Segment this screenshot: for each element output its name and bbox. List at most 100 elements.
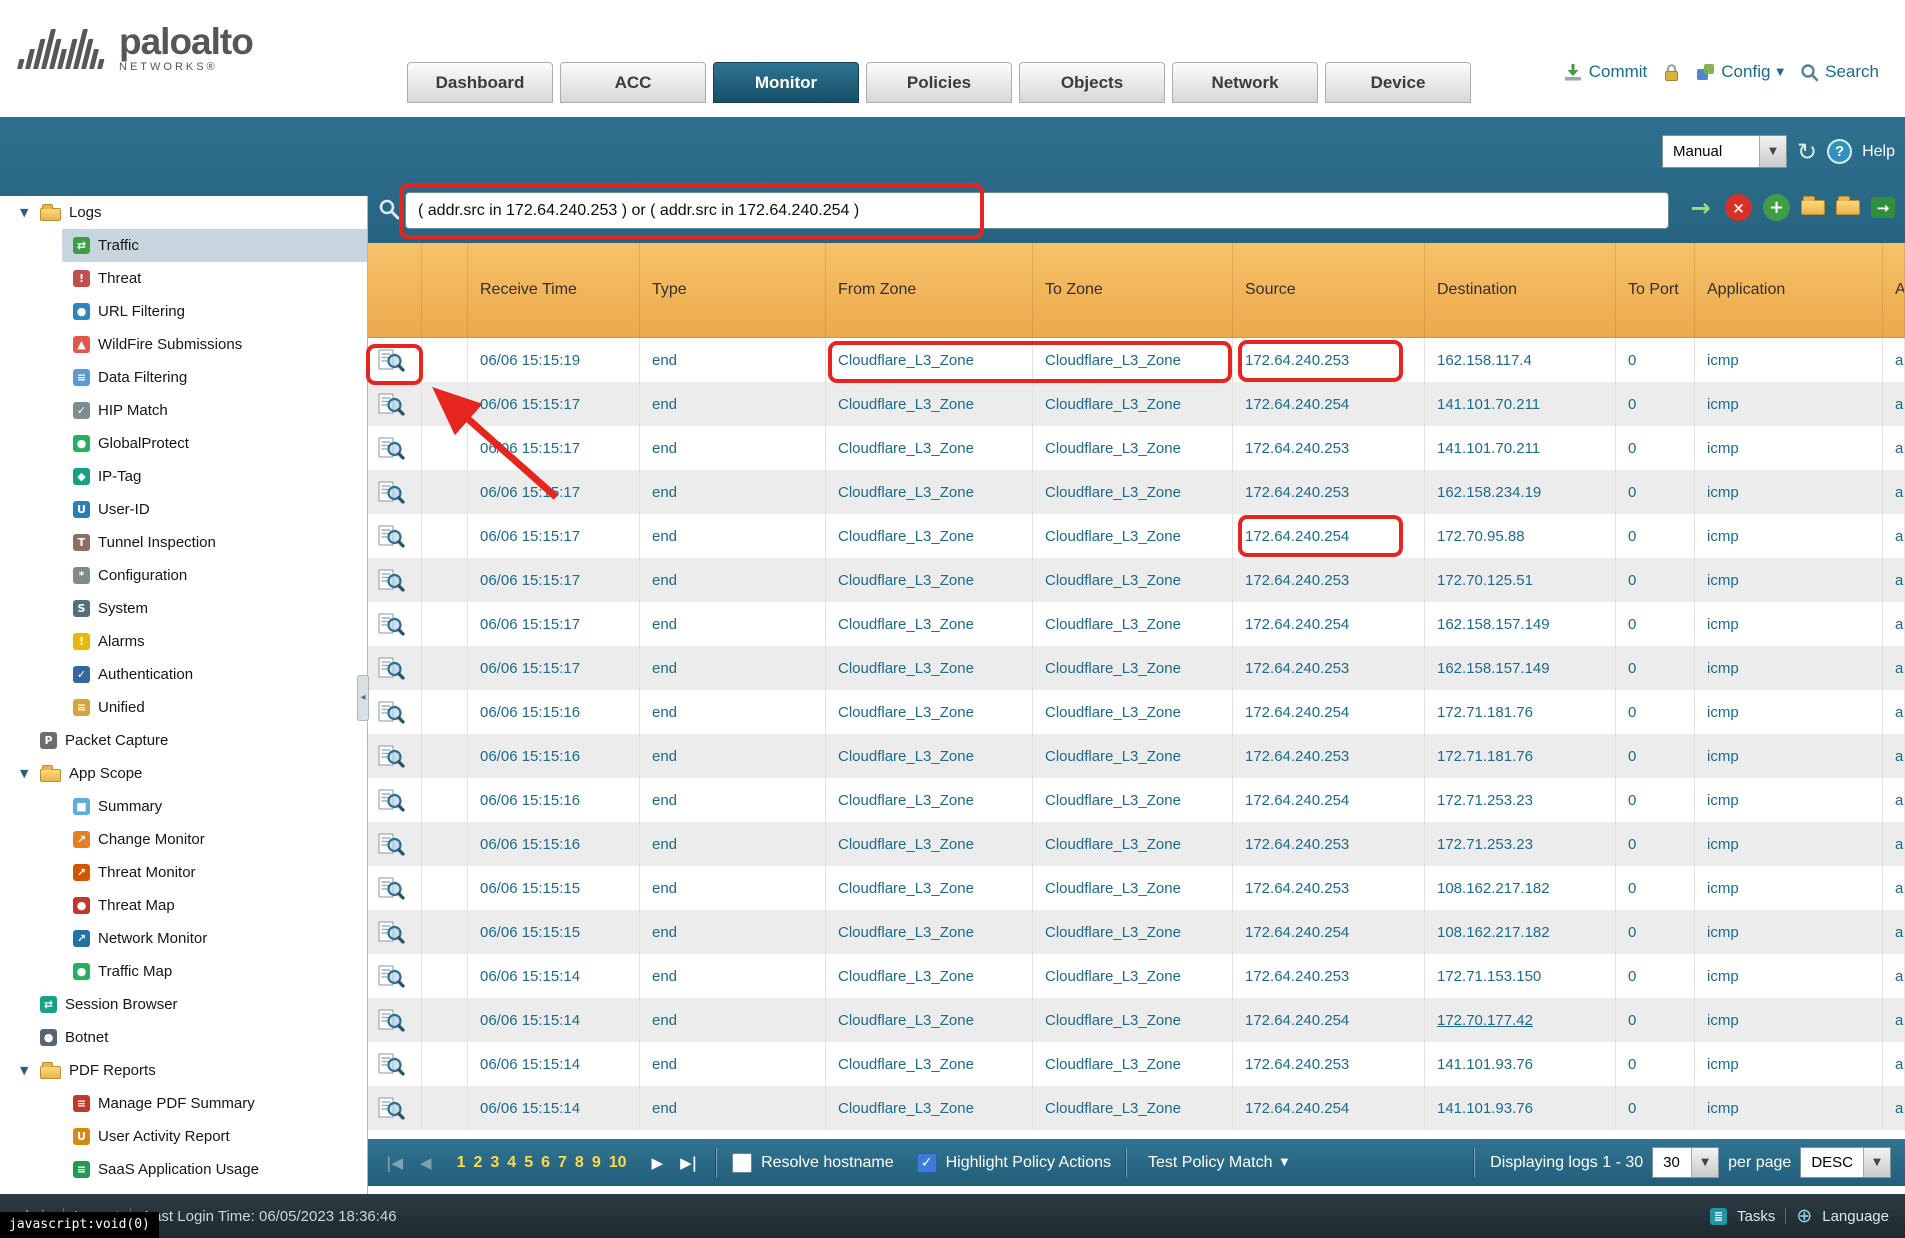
sidebar-item-wildfire-submissions[interactable]: ▲WildFire Submissions bbox=[0, 328, 367, 361]
config-menu[interactable]: Config ▼ bbox=[1696, 62, 1784, 82]
log-row[interactable]: 06/06 15:15:17endCloudflare_L3_ZoneCloud… bbox=[368, 646, 1905, 690]
log-row[interactable]: 06/06 15:15:15endCloudflare_L3_ZoneCloud… bbox=[368, 910, 1905, 954]
sidebar-item-authentication[interactable]: ✓Authentication bbox=[0, 658, 367, 691]
help-label[interactable]: Help bbox=[1862, 143, 1895, 161]
log-row[interactable]: 06/06 15:15:16endCloudflare_L3_ZoneCloud… bbox=[368, 822, 1905, 866]
dropdown-arrow-icon[interactable]: ▼ bbox=[1863, 1148, 1890, 1177]
sidebar-item-traffic[interactable]: ⇄Traffic bbox=[0, 229, 367, 262]
log-row[interactable]: 06/06 15:15:17endCloudflare_L3_ZoneCloud… bbox=[368, 470, 1905, 514]
tree-expander-icon[interactable]: ▼ bbox=[20, 767, 40, 780]
tab-device[interactable]: Device bbox=[1325, 62, 1471, 103]
sidebar-item-unified[interactable]: ≡Unified bbox=[0, 691, 367, 724]
log-row[interactable]: 06/06 15:15:19endCloudflare_L3_ZoneCloud… bbox=[368, 338, 1905, 382]
export-logs-icon[interactable]: → bbox=[1871, 197, 1895, 218]
page-number-5[interactable]: 5 bbox=[524, 1154, 533, 1172]
log-detail-magnifier-icon[interactable] bbox=[378, 744, 405, 769]
log-row[interactable]: 06/06 15:15:16endCloudflare_L3_ZoneCloud… bbox=[368, 778, 1905, 822]
sidebar-item-summary[interactable]: ■Summary bbox=[0, 790, 367, 823]
sidebar-item-change-monitor[interactable]: ↗Change Monitor bbox=[0, 823, 367, 856]
resolve-hostname-checkbox[interactable] bbox=[732, 1153, 752, 1173]
log-row[interactable]: 06/06 15:15:16endCloudflare_L3_ZoneCloud… bbox=[368, 734, 1905, 778]
dropdown-arrow-icon[interactable]: ▼ bbox=[1759, 136, 1786, 167]
page-number-1[interactable]: 1 bbox=[457, 1154, 466, 1172]
log-detail-magnifier-icon[interactable] bbox=[378, 568, 405, 593]
sidebar-item-threat-map[interactable]: ●Threat Map bbox=[0, 889, 367, 922]
log-row[interactable]: 06/06 15:15:15endCloudflare_L3_ZoneCloud… bbox=[368, 866, 1905, 910]
log-row[interactable]: 06/06 15:15:17endCloudflare_L3_ZoneCloud… bbox=[368, 514, 1905, 558]
clear-filter-icon[interactable]: × bbox=[1725, 194, 1752, 221]
log-detail-magnifier-icon[interactable] bbox=[378, 964, 405, 989]
tab-objects[interactable]: Objects bbox=[1019, 62, 1165, 103]
language-button[interactable]: Language bbox=[1822, 1208, 1889, 1225]
tree-expander-icon[interactable]: ▼ bbox=[20, 206, 40, 219]
log-detail-magnifier-icon[interactable] bbox=[378, 1052, 405, 1077]
log-detail-magnifier-icon[interactable] bbox=[378, 436, 405, 461]
prev-page-button[interactable]: ◀ bbox=[416, 1154, 436, 1172]
sidebar-item-user-activity-report[interactable]: UUser Activity Report bbox=[0, 1120, 367, 1153]
page-number-9[interactable]: 9 bbox=[592, 1154, 601, 1172]
log-detail-magnifier-icon[interactable] bbox=[378, 700, 405, 725]
next-page-button[interactable]: ▶ bbox=[648, 1154, 668, 1172]
commit-button[interactable]: Commit bbox=[1563, 62, 1648, 82]
last-page-button[interactable]: ▶| bbox=[676, 1154, 701, 1172]
sidebar-collapse-handle[interactable]: ◂ bbox=[357, 675, 369, 721]
sidebar-item-session-browser[interactable]: ⇄Session Browser bbox=[0, 988, 367, 1021]
log-row[interactable]: 06/06 15:15:17endCloudflare_L3_ZoneCloud… bbox=[368, 602, 1905, 646]
help-icon[interactable]: ? bbox=[1827, 139, 1852, 164]
sidebar-item-alarms[interactable]: !Alarms bbox=[0, 625, 367, 658]
sidebar-item-url-filtering[interactable]: ●URL Filtering bbox=[0, 295, 367, 328]
sidebar-item-pdf-reports[interactable]: ▼PDF Reports bbox=[0, 1054, 367, 1087]
add-filter-icon[interactable]: + bbox=[1763, 194, 1790, 221]
sort-order-select[interactable]: DESC ▼ bbox=[1800, 1147, 1891, 1178]
sidebar-item-botnet[interactable]: ●Botnet bbox=[0, 1021, 367, 1054]
per-page-select[interactable]: 30 ▼ bbox=[1652, 1147, 1719, 1178]
log-row[interactable]: 06/06 15:15:17endCloudflare_L3_ZoneCloud… bbox=[368, 558, 1905, 602]
page-number-6[interactable]: 6 bbox=[541, 1154, 550, 1172]
column-header-source[interactable]: Source bbox=[1233, 243, 1425, 337]
log-detail-magnifier-icon[interactable] bbox=[378, 392, 405, 417]
column-header-to-port[interactable]: To Port bbox=[1616, 243, 1695, 337]
sidebar-item-tunnel-inspection[interactable]: TTunnel Inspection bbox=[0, 526, 367, 559]
lock-icon[interactable] bbox=[1663, 63, 1680, 82]
refresh-mode-select[interactable]: Manual ▼ bbox=[1662, 135, 1787, 168]
sidebar-item-manage-pdf-summary[interactable]: ≡Manage PDF Summary bbox=[0, 1087, 367, 1120]
search-button[interactable]: Search bbox=[1800, 62, 1879, 82]
sidebar-item-network-monitor[interactable]: ↗Network Monitor bbox=[0, 922, 367, 955]
sidebar-item-packet-capture[interactable]: PPacket Capture bbox=[0, 724, 367, 757]
sidebar-item-ip-tag[interactable]: ◆IP-Tag bbox=[0, 460, 367, 493]
log-detail-magnifier-icon[interactable] bbox=[378, 1096, 405, 1121]
column-header-application[interactable]: Application bbox=[1695, 243, 1883, 337]
sidebar-item-logs[interactable]: ▼Logs bbox=[0, 196, 367, 229]
log-detail-magnifier-icon[interactable] bbox=[378, 348, 405, 373]
test-policy-match-dropdown[interactable]: Test Policy Match ▼ bbox=[1142, 1154, 1294, 1172]
log-filter-input[interactable]: ( addr.src in 172.64.240.253 ) or ( addr… bbox=[405, 192, 1669, 229]
log-row[interactable]: 06/06 15:15:17endCloudflare_L3_ZoneCloud… bbox=[368, 382, 1905, 426]
first-page-button[interactable]: |◀ bbox=[382, 1154, 407, 1172]
column-header-destination[interactable]: Destination bbox=[1425, 243, 1616, 337]
save-filter-icon[interactable] bbox=[1801, 200, 1825, 215]
dropdown-arrow-icon[interactable]: ▼ bbox=[1691, 1148, 1718, 1177]
page-number-7[interactable]: 7 bbox=[558, 1154, 567, 1172]
sidebar-item-system[interactable]: SSystem bbox=[0, 592, 367, 625]
load-filter-icon[interactable] bbox=[1836, 200, 1860, 215]
page-number-4[interactable]: 4 bbox=[507, 1154, 516, 1172]
column-header-from-zone[interactable]: From Zone bbox=[826, 243, 1033, 337]
sidebar-item-hip-match[interactable]: ✓HIP Match bbox=[0, 394, 367, 427]
log-row[interactable]: 06/06 15:15:14endCloudflare_L3_ZoneCloud… bbox=[368, 1086, 1905, 1130]
log-detail-magnifier-icon[interactable] bbox=[378, 1008, 405, 1033]
column-header-type[interactable]: Type bbox=[640, 243, 826, 337]
column-header-receive-time[interactable]: Receive Time bbox=[468, 243, 640, 337]
log-row[interactable]: 06/06 15:15:16endCloudflare_L3_ZoneCloud… bbox=[368, 690, 1905, 734]
sidebar-item-app-scope[interactable]: ▼App Scope bbox=[0, 757, 367, 790]
log-row[interactable]: 06/06 15:15:14endCloudflare_L3_ZoneCloud… bbox=[368, 998, 1905, 1042]
log-row[interactable]: 06/06 15:15:14endCloudflare_L3_ZoneCloud… bbox=[368, 1042, 1905, 1086]
sidebar-item-data-filtering[interactable]: ≡Data Filtering bbox=[0, 361, 367, 394]
column-header-a[interactable]: A bbox=[1883, 243, 1905, 337]
sidebar-item-user-id[interactable]: UUser-ID bbox=[0, 493, 367, 526]
sidebar-item-configuration[interactable]: *Configuration bbox=[0, 559, 367, 592]
page-number-8[interactable]: 8 bbox=[575, 1154, 584, 1172]
refresh-icon[interactable]: ↻ bbox=[1797, 140, 1817, 164]
tab-monitor[interactable]: Monitor bbox=[713, 62, 859, 103]
page-number-2[interactable]: 2 bbox=[473, 1154, 482, 1172]
log-detail-magnifier-icon[interactable] bbox=[378, 876, 405, 901]
